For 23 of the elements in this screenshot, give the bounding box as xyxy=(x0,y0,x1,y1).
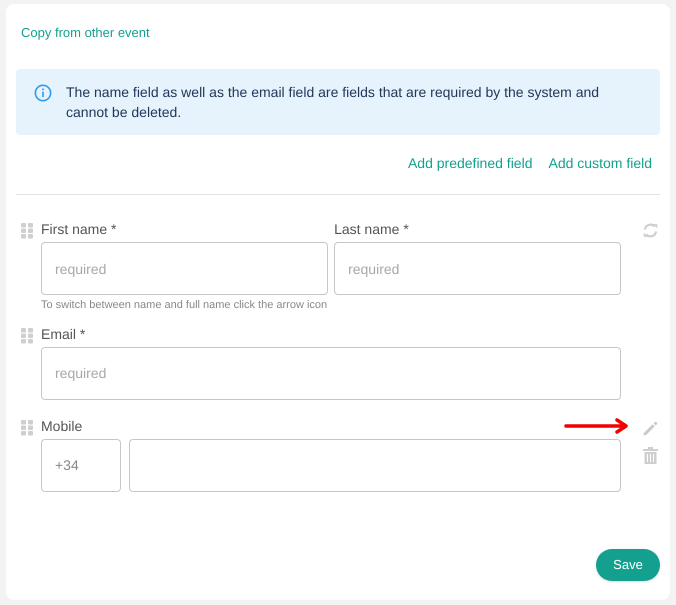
drag-handle-icon[interactable] xyxy=(21,223,33,239)
text-input-field[interactable]: required xyxy=(41,346,622,400)
field-label: Mobile xyxy=(41,418,82,436)
add-field-link[interactable]: Add predefined field xyxy=(408,153,532,174)
drag-handle-icon[interactable] xyxy=(21,328,33,344)
info-icon xyxy=(34,84,52,102)
trash-icon[interactable] xyxy=(642,446,658,464)
info-message: The name field as well as the email field are fields that are required by the system and cannot be deleted. xyxy=(66,83,600,122)
field-label: Email * xyxy=(41,326,86,344)
copy-link[interactable]: Copy from other event xyxy=(21,25,150,40)
pencil-icon[interactable] xyxy=(642,420,659,436)
text-input-field[interactable] xyxy=(129,438,622,492)
save-button[interactable]: Save xyxy=(596,549,660,581)
add-field-link[interactable]: Add custom field xyxy=(548,153,652,174)
field-hint: To switch between name and full name click the arrow icon xyxy=(41,298,328,313)
field-label: Last name * xyxy=(334,221,410,239)
refresh-icon[interactable] xyxy=(642,222,659,239)
text-input-field[interactable]: +34 xyxy=(41,438,121,492)
drag-handle-icon[interactable] xyxy=(21,420,33,436)
text-input-field[interactable]: required xyxy=(41,242,328,295)
field-label: First name * xyxy=(41,221,118,239)
text-input-field[interactable]: required xyxy=(334,242,622,295)
annotation-arrow xyxy=(564,418,630,434)
